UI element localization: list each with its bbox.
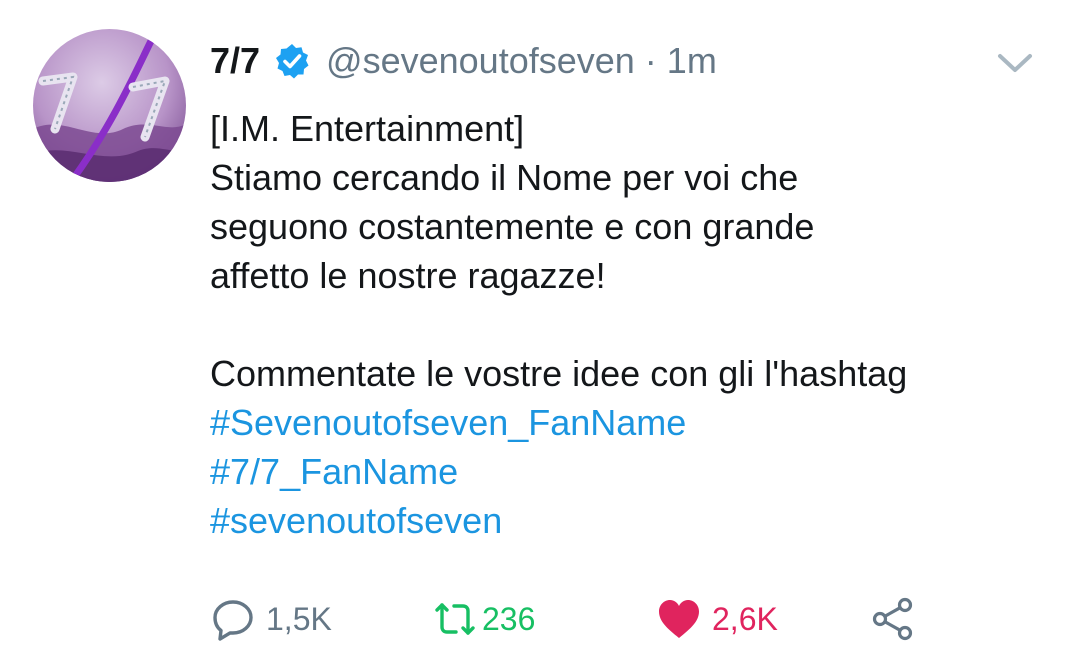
hashtag-link[interactable]: #7/7_FanName (210, 447, 1050, 496)
share-button[interactable] (870, 594, 916, 644)
like-button[interactable]: 2,6K (656, 594, 778, 644)
tweet-text-line: [I.M. Entertainment] (210, 108, 525, 149)
retweet-icon (435, 603, 475, 635)
tweet-text-line: Stiamo cercando il Nome per voi che (210, 157, 799, 198)
reply-count: 1,5K (266, 600, 332, 637)
chevron-down-icon[interactable] (995, 48, 1035, 80)
hashtag-link[interactable]: #sevenoutofseven (210, 496, 1050, 545)
tweet-text: [I.M. Entertainment] Stiamo cercando il … (210, 104, 1050, 545)
header-separator: · (644, 40, 657, 81)
tweet-actions: 1,5K 236 2,6K (210, 594, 930, 644)
heart-icon (659, 600, 699, 638)
tweet-text-line: seguono costantemente e con grande (210, 206, 815, 247)
tweet-text-line: Commentate le vostre idee con gli l'hash… (210, 353, 908, 394)
display-name[interactable]: 7/7 (210, 40, 260, 82)
share-icon (872, 597, 913, 641)
verified-badge-icon (274, 43, 310, 79)
avatar[interactable] (33, 29, 186, 182)
tweet-text-line: affetto le nostre ragazze! (210, 255, 606, 296)
tweet-header: 7/7 @sevenoutofseven · 1m (210, 36, 717, 86)
retweet-count: 236 (482, 600, 536, 637)
retweet-button[interactable]: 236 (432, 594, 535, 644)
reply-button[interactable]: 1,5K (210, 594, 332, 644)
hashtag-link[interactable]: #Sevenoutofseven_FanName (210, 398, 1050, 447)
timestamp[interactable]: 1m (667, 40, 717, 82)
reply-icon (213, 600, 253, 641)
user-handle[interactable]: @sevenoutofseven (326, 40, 635, 82)
like-count: 2,6K (712, 600, 778, 637)
tweet-card[interactable]: 7/7 @sevenoutofseven · 1m [I.M. Entertai… (0, 0, 1080, 658)
